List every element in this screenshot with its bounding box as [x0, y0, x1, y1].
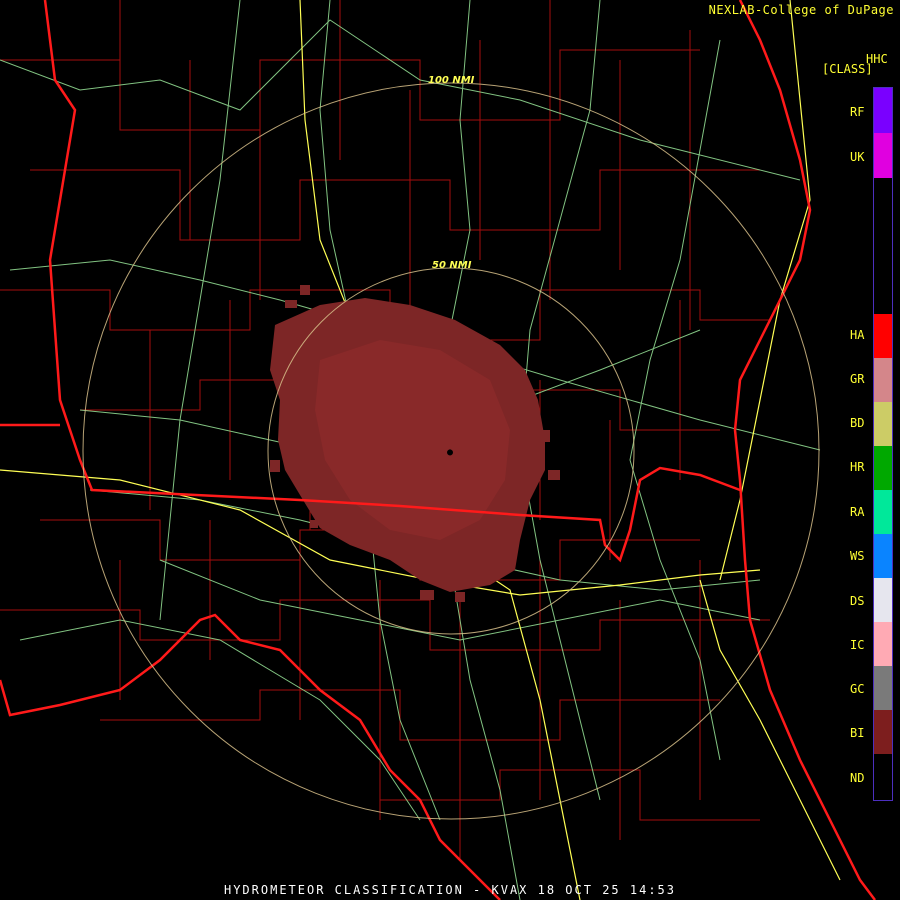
legend-label-DS: DS — [850, 594, 865, 608]
range-ring-label-50: 50 NMI — [432, 260, 472, 271]
legend-color-WS — [874, 534, 892, 578]
legend-color-IC — [874, 622, 892, 666]
legend-color-DS — [874, 578, 892, 622]
legend-color-RA — [874, 490, 892, 534]
legend-label-WS: WS — [850, 549, 865, 563]
legend-label-GC: GC — [850, 682, 865, 696]
legend-label-HA: HA — [850, 328, 865, 342]
radar-site-icon: ● — [447, 447, 453, 458]
legend-color-HR — [874, 446, 892, 490]
credit-label: NEXLAB-College of DuPage — [708, 3, 894, 17]
legend-label-RF: RF — [850, 105, 865, 119]
legend-color-GR — [874, 358, 892, 402]
product-title: HYDROMETEOR CLASSIFICATION - KVAX 18 OCT… — [223, 883, 676, 897]
legend-color-HA — [874, 314, 892, 358]
legend-label-IC: IC — [850, 638, 865, 652]
legend-color-BI — [874, 710, 892, 754]
legend-label-BI: BI — [850, 726, 865, 740]
range-ring-label-100: 100 NMI — [428, 75, 475, 86]
legend-label-RA: RA — [850, 505, 865, 519]
legend-color-bar — [873, 87, 893, 801]
legend-color-RF — [874, 88, 892, 133]
product-type-label: [CLASS] — [822, 62, 873, 76]
legend-color-UK — [874, 133, 892, 178]
radar-map[interactable]: 50 NMI 100 NMI ● — [0, 0, 900, 900]
legend-color-BD — [874, 402, 892, 446]
legend-label-HR: HR — [850, 460, 865, 474]
legend-color-GC — [874, 666, 892, 710]
legend-label-UK: UK — [850, 150, 865, 164]
legend-label-ND: ND — [850, 771, 865, 785]
legend-label-GR: GR — [850, 372, 865, 386]
legend-label-BD: BD — [850, 416, 865, 430]
